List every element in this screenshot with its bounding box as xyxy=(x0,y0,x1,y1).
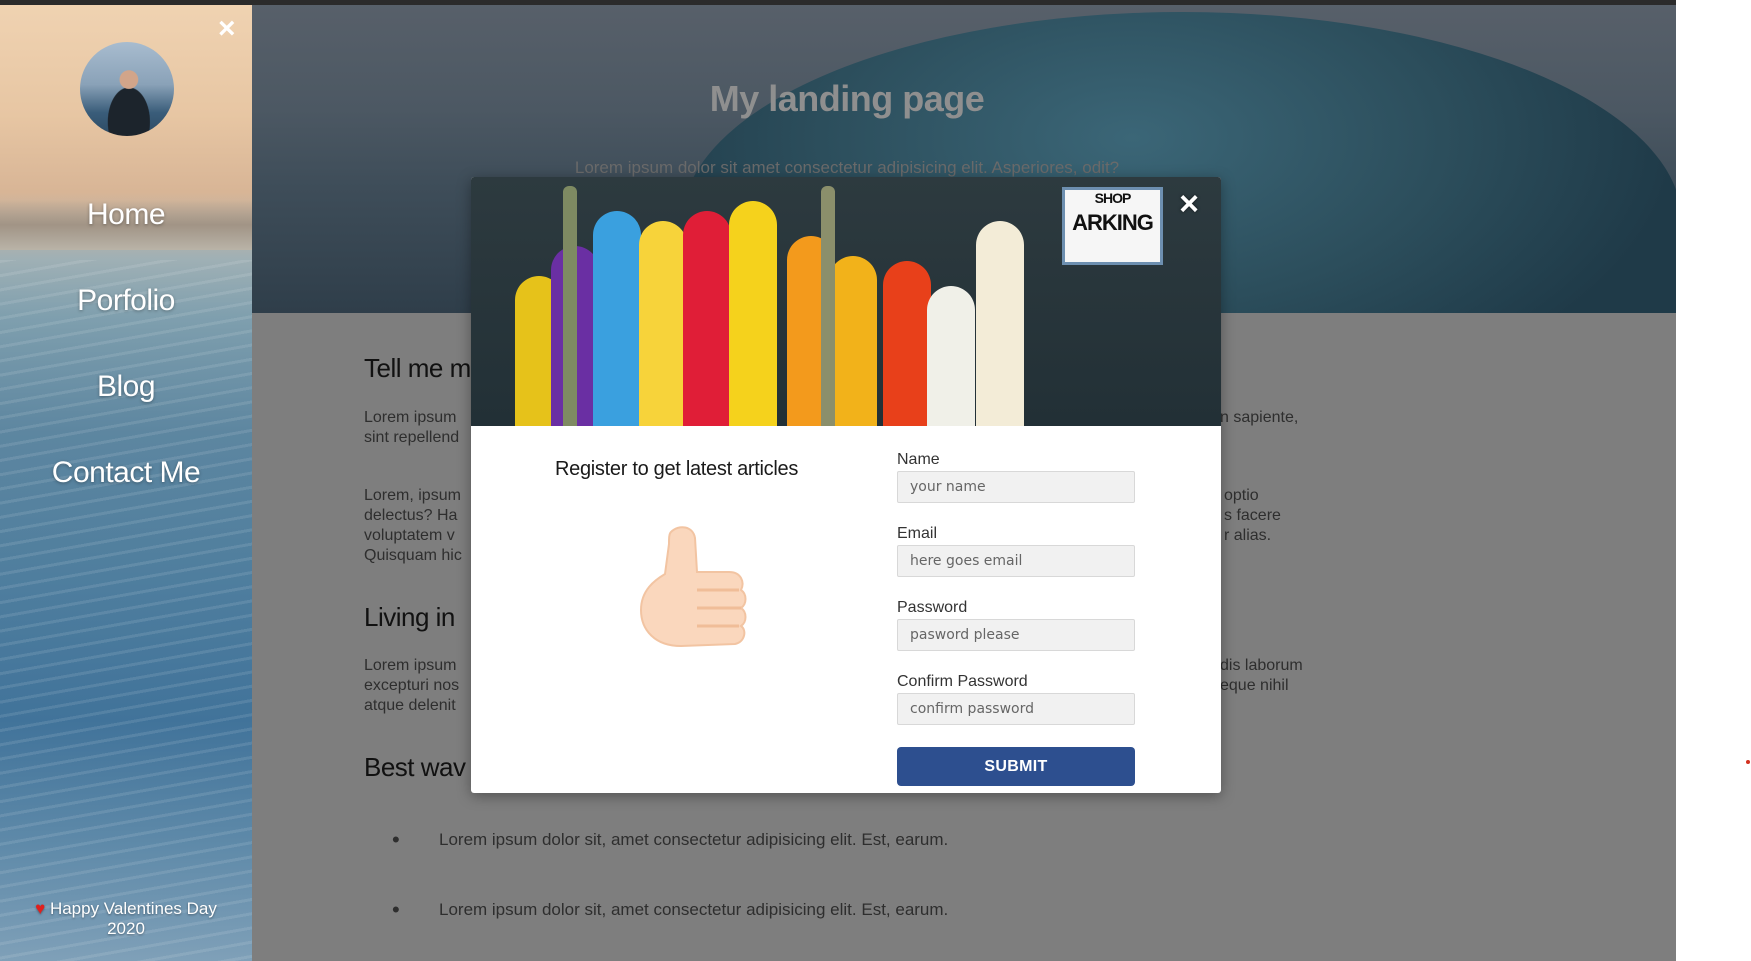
footer-text: Happy Valentines Day xyxy=(49,899,217,918)
surfboard xyxy=(683,211,731,426)
name-field[interactable] xyxy=(897,471,1135,503)
paragraph-2-left: Lorem, ipsum delectus? Ha voluptatem v Qui… xyxy=(364,487,462,564)
palm-trunk xyxy=(563,186,577,426)
section-title-2: Living in xyxy=(364,602,455,632)
page-title: My landing page xyxy=(709,78,985,119)
paragraph-1-right: n sapiente, xyxy=(1220,409,1299,426)
nav-item-portfolio[interactable]: Porfolio xyxy=(0,284,252,370)
close-icon[interactable]: × xyxy=(218,14,236,44)
bullet-dot: • xyxy=(392,827,400,852)
email-field[interactable] xyxy=(897,545,1135,577)
confirm-password-label: Confirm Password xyxy=(897,673,1028,690)
red-dot-marker xyxy=(1746,760,1750,764)
heart-icon: ♥ xyxy=(35,899,46,918)
name-label: Name xyxy=(897,451,940,468)
surfboard xyxy=(639,221,687,426)
surfboard xyxy=(927,286,975,426)
sidebar-nav: Home Porfolio Blog Contact Me xyxy=(0,198,252,542)
nav-item-blog[interactable]: Blog xyxy=(0,370,252,456)
section-title-3: Best wav xyxy=(364,752,466,782)
surfboard xyxy=(883,261,931,426)
register-heading: Register to get latest articles xyxy=(555,458,799,480)
password-label: Password xyxy=(897,599,968,616)
section-title-1: Tell me m xyxy=(364,353,471,383)
parking-sign: SHOP ARKING xyxy=(1062,187,1163,265)
nav-item-contact[interactable]: Contact Me xyxy=(0,456,252,542)
register-modal: SHOP ARKING × Register to get latest art… xyxy=(471,177,1221,793)
close-icon[interactable]: × xyxy=(1179,187,1199,221)
thumbs-up-icon xyxy=(639,526,747,648)
window-top-bar xyxy=(0,0,1676,5)
paragraph-2-right: optio s facere r alias. xyxy=(1224,487,1281,544)
footer-year: 2020 xyxy=(107,919,145,938)
avatar xyxy=(80,42,174,136)
paragraph-3-left: Lorem ipsum excepturi nos atque delenit xyxy=(364,657,460,714)
sidebar: × Home Porfolio Blog Contact Me ♥ Happy … xyxy=(0,0,252,961)
nav-item-home[interactable]: Home xyxy=(0,198,252,284)
palm-trunk xyxy=(821,186,835,426)
modal-banner-image: SHOP ARKING xyxy=(471,177,1221,426)
surfboard xyxy=(593,211,641,426)
page-subtitle: Lorem ipsum dolor sit amet consectetur a… xyxy=(574,158,1120,177)
paragraph-3-right: dis laborum eque nihil xyxy=(1220,657,1303,694)
surfboard xyxy=(976,221,1024,426)
bullet-dot: • xyxy=(392,897,400,922)
sidebar-footer: ♥ Happy Valentines Day 2020 xyxy=(0,899,252,939)
submit-button[interactable]: SUBMIT xyxy=(897,747,1135,786)
surfboard xyxy=(729,201,777,426)
register-form: Name Email Password Confirm Password SUB… xyxy=(897,451,1137,786)
password-field[interactable] xyxy=(897,619,1135,651)
surfboard xyxy=(829,256,877,426)
paragraph-1-left: Lorem ipsum sint repellend xyxy=(364,409,460,446)
confirm-password-field[interactable] xyxy=(897,693,1135,725)
email-label: Email xyxy=(897,525,938,542)
